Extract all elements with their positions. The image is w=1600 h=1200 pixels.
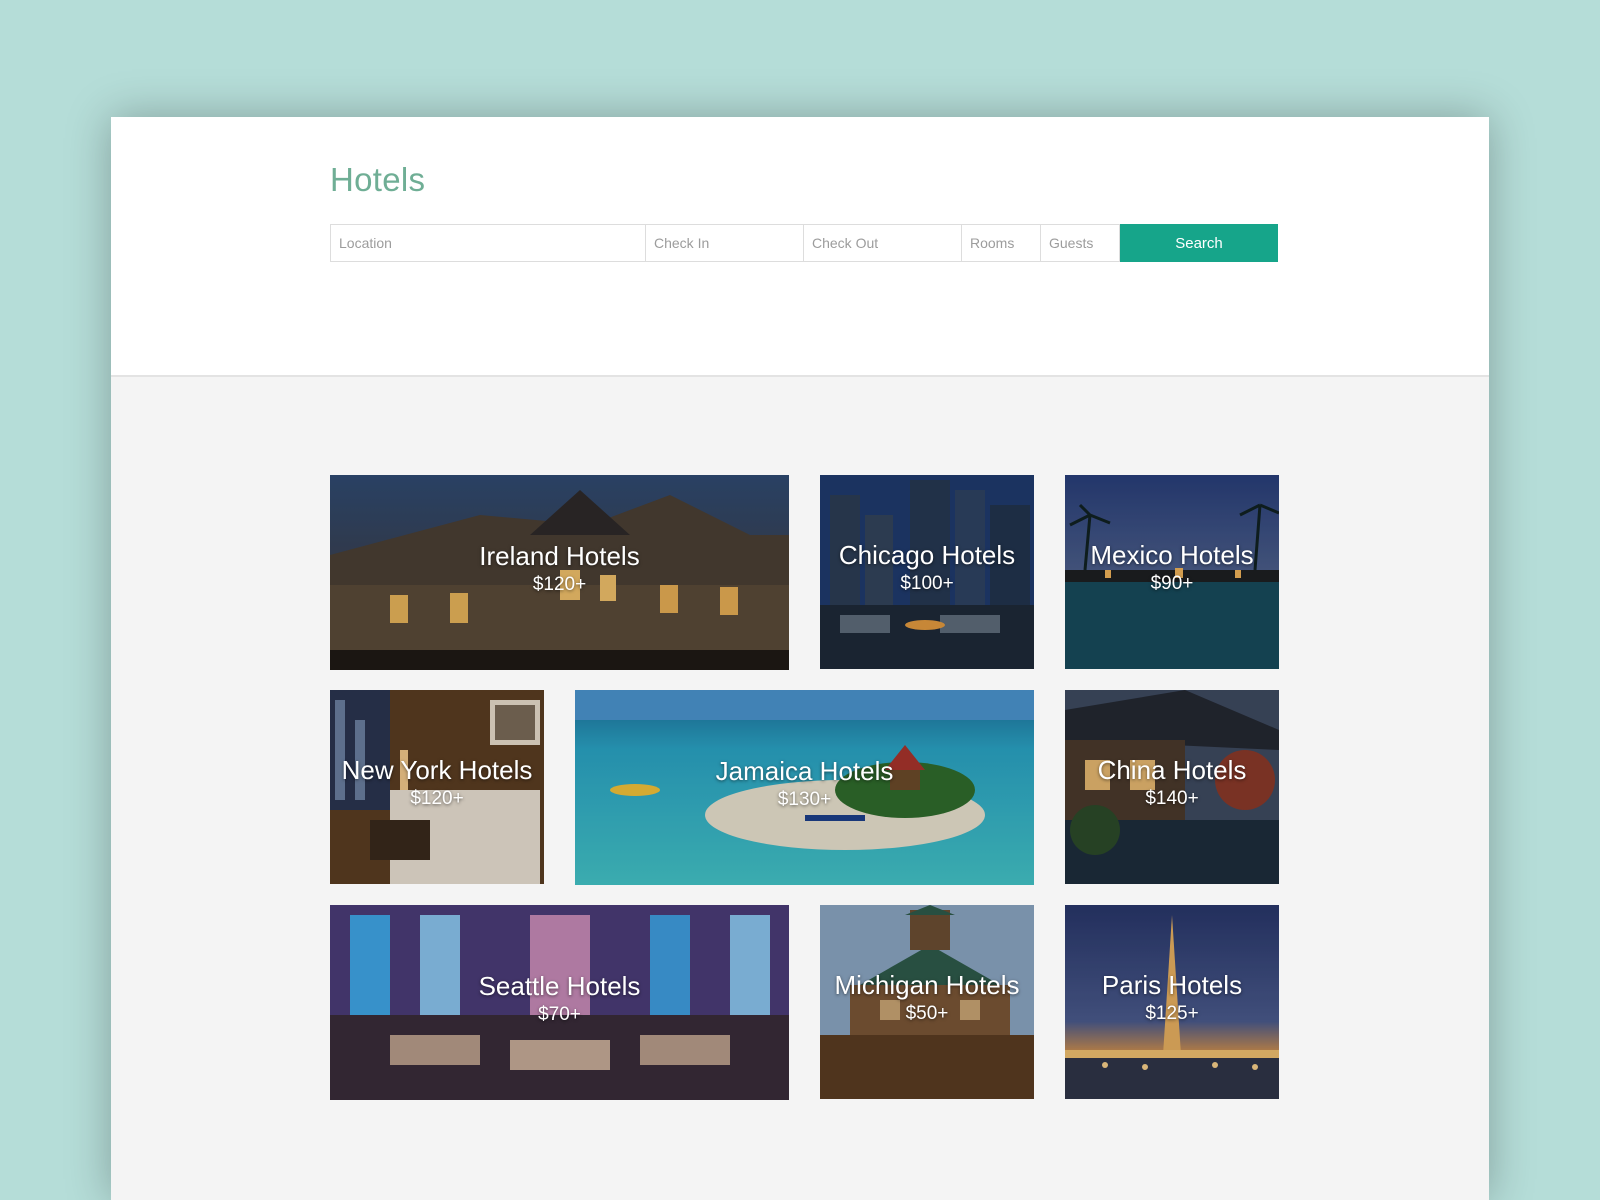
page-title: Hotels bbox=[330, 161, 426, 198]
card-price: $125+ bbox=[1145, 1003, 1199, 1024]
rooms-input[interactable]: Rooms bbox=[961, 224, 1041, 262]
rooms-placeholder: Rooms bbox=[970, 235, 1015, 251]
destination-card-china[interactable]: China Hotels $140+ bbox=[1065, 690, 1279, 884]
destination-card-new-york[interactable]: New York Hotels $120+ bbox=[330, 690, 544, 884]
browser-window: Hotels Location Check In Check Out Rooms… bbox=[111, 117, 1489, 1200]
check-in-placeholder: Check In bbox=[654, 235, 710, 251]
card-title: China Hotels bbox=[1097, 755, 1247, 785]
card-price: $140+ bbox=[1145, 788, 1199, 809]
check-out-placeholder: Check Out bbox=[812, 235, 879, 251]
destination-card-mexico[interactable]: Mexico Hotels $90+ bbox=[1065, 475, 1279, 669]
card-title: Seattle Hotels bbox=[478, 970, 641, 1001]
card-title: Ireland Hotels bbox=[479, 540, 640, 571]
card-price: $100+ bbox=[900, 573, 954, 594]
search-button[interactable]: Search bbox=[1120, 224, 1278, 262]
card-price: $70+ bbox=[538, 1003, 581, 1025]
card-title: Paris Hotels bbox=[1101, 970, 1243, 1000]
location-placeholder: Location bbox=[339, 235, 392, 251]
destination-card-chicago[interactable]: Chicago Hotels $100+ bbox=[820, 475, 1034, 669]
card-title: Chicago Hotels bbox=[838, 540, 1016, 570]
check-in-input[interactable]: Check In bbox=[645, 224, 804, 262]
card-title: Jamaica Hotels bbox=[715, 755, 894, 786]
check-out-input[interactable]: Check Out bbox=[803, 224, 962, 262]
card-price: $120+ bbox=[410, 788, 464, 809]
header-section: Hotels Location Check In Check Out Rooms… bbox=[111, 117, 1489, 377]
hotel-search-form: Location Check In Check Out Rooms Guests… bbox=[330, 224, 1278, 262]
location-input[interactable]: Location bbox=[330, 224, 646, 262]
destination-card-ireland[interactable]: Ireland Hotels $120+ bbox=[330, 475, 789, 670]
destination-card-michigan[interactable]: Michigan Hotels $50+ bbox=[820, 905, 1034, 1099]
card-title: Michigan Hotels bbox=[834, 970, 1020, 1000]
card-price: $130+ bbox=[777, 788, 832, 810]
destination-card-seattle[interactable]: Seattle Hotels $70+ bbox=[330, 905, 789, 1100]
card-price: $90+ bbox=[1150, 573, 1194, 594]
guests-input[interactable]: Guests bbox=[1040, 224, 1120, 262]
card-title: New York Hotels bbox=[341, 755, 533, 785]
card-price: $50+ bbox=[905, 1003, 949, 1024]
destination-card-jamaica[interactable]: Jamaica Hotels $130+ bbox=[575, 690, 1034, 885]
destination-card-paris[interactable]: Paris Hotels $125+ bbox=[1065, 905, 1279, 1099]
card-title: Mexico Hotels bbox=[1090, 540, 1254, 570]
guests-placeholder: Guests bbox=[1049, 235, 1094, 251]
card-price: $120+ bbox=[532, 573, 587, 595]
